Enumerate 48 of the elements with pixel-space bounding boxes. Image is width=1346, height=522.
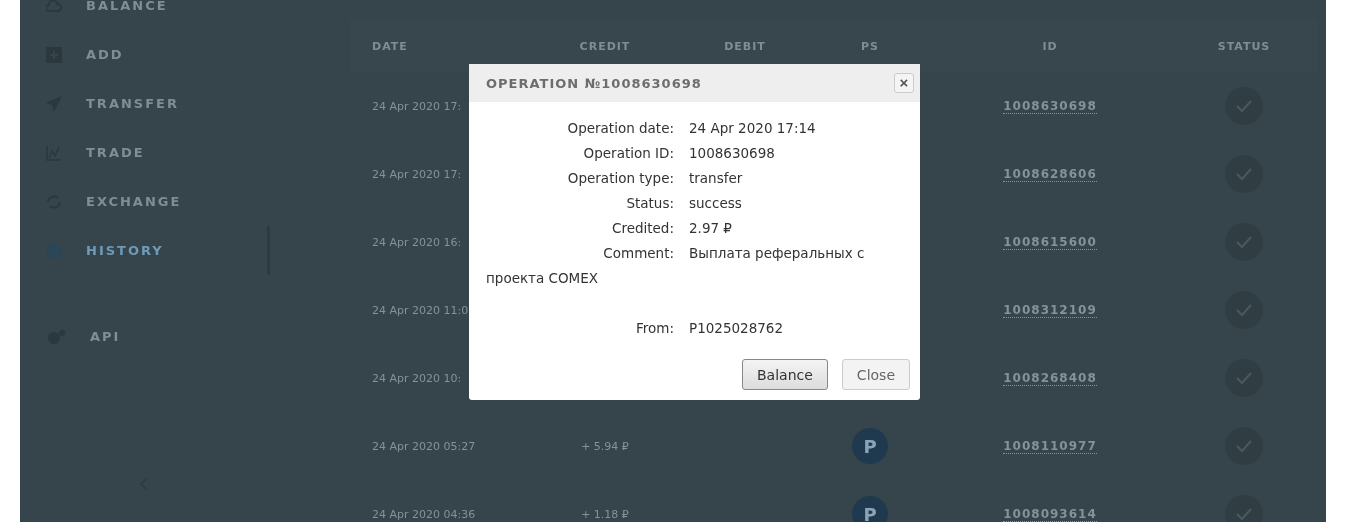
balance-button[interactable]: Balance (742, 359, 828, 390)
date-cell-text: 24 Apr 2020 10: (371, 371, 463, 385)
check-icon (1225, 155, 1263, 193)
date-cell-text: 24 Apr 2020 04:36 (371, 507, 477, 521)
close-button[interactable]: × (894, 73, 914, 93)
sidebar-item[interactable]: HISTORY (20, 226, 270, 275)
operation-id-link[interactable]: 1008615600 (1003, 234, 1097, 250)
check-icon (1225, 359, 1263, 397)
column-header: ID (1041, 39, 1059, 53)
sidebar-item[interactable]: API (20, 312, 270, 361)
check-icon (1225, 291, 1263, 329)
column-header: PS (860, 39, 880, 53)
credit-cell: + 5.94 ₽ (581, 439, 629, 453)
operation-id-link[interactable]: 1008312109 (1003, 302, 1097, 318)
column-header: STATUS (1216, 39, 1272, 53)
column-header: CREDIT (578, 39, 632, 53)
payment-system-badge: P (852, 496, 888, 522)
column-header: DEBIT (723, 39, 767, 53)
detail-line: Operation ID: 1008630698 (582, 144, 776, 163)
check-icon (1225, 427, 1263, 465)
detail-line: Operation date: 24 Apr 2020 17:14 (566, 119, 817, 138)
detail-line: From: P1025028762 (635, 319, 785, 338)
detail-line: Operation type: transfer (566, 169, 744, 188)
sidebar-item[interactable]: ADD (20, 30, 270, 79)
date-cell-text: 24 Apr 2020 16: (371, 235, 463, 249)
date-cell-text: 24 Apr 2020 05:27 (371, 439, 477, 453)
date-cell-text: 24 Apr 2020 17: (371, 167, 463, 181)
operation-id-link[interactable]: 1008093614 (1003, 506, 1097, 522)
sidebar-item[interactable]: TRANSFER (20, 79, 270, 128)
credit-cell: + 1.18 ₽ (581, 507, 629, 521)
operation-id-link[interactable]: 1008630698 (1003, 98, 1097, 114)
sidebar-item[interactable]: EXCHANGE (20, 177, 270, 226)
sidebar-item[interactable]: TRADE (20, 128, 270, 177)
check-icon (1225, 87, 1263, 125)
dialog-title: OPERATION №1008630698 (486, 75, 702, 91)
detail-line: Credited: 2.97 ₽ (610, 219, 733, 238)
close-button[interactable]: Close (841, 359, 910, 390)
check-icon (1225, 223, 1263, 261)
sidebar-item[interactable]: BALANCE (20, 0, 270, 30)
operation-id-link[interactable]: 1008110977 (1003, 438, 1097, 454)
operation-id-link[interactable]: 1008628606 (1003, 166, 1097, 182)
detail-line: Comment: Выплата реферальных с проекта COMEX (486, 244, 866, 288)
column-header: DATE (371, 39, 409, 53)
payment-system-badge: P (852, 428, 888, 464)
detail-line: Status: success (625, 194, 743, 213)
operation-id-link[interactable]: 1008268408 (1003, 370, 1097, 386)
date-cell-text: 24 Apr 2020 11:0 (371, 303, 470, 317)
date-cell-text: 24 Apr 2020 17: (371, 99, 463, 113)
